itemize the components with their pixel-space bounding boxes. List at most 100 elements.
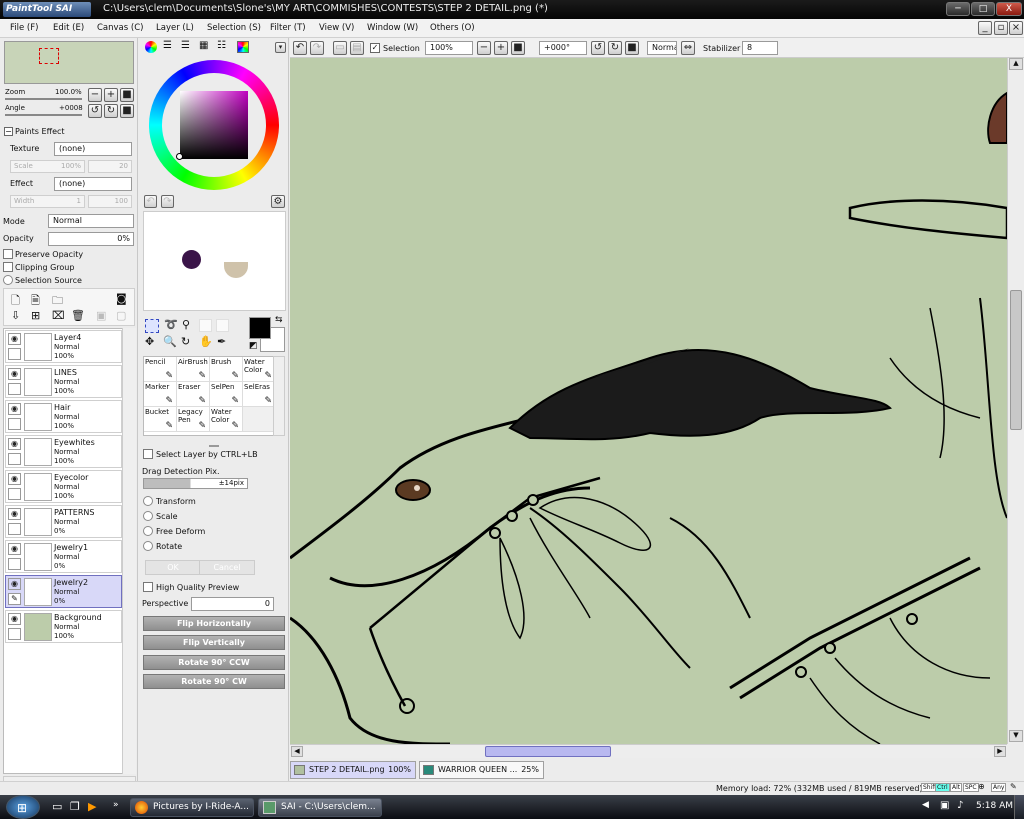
show-desktop-icon[interactable]: ▭ bbox=[52, 800, 62, 813]
perspective-input[interactable]: 0 bbox=[191, 597, 274, 611]
rotate-reset-button[interactable]: ■ bbox=[120, 104, 134, 118]
doc-restore-button[interactable]: ▫ bbox=[994, 21, 1008, 35]
navigator-viewport[interactable] bbox=[39, 48, 59, 64]
network-icon[interactable]: ▣ bbox=[940, 800, 949, 811]
scratchpad-tab-icon[interactable]: ☷ bbox=[217, 40, 226, 51]
layer-lock-checkbox[interactable] bbox=[8, 348, 21, 360]
toolbar-rotate-reset-button[interactable]: ■ bbox=[625, 41, 639, 55]
layer-row[interactable]: ◉ PATTERNS Normal 0% bbox=[5, 505, 122, 538]
rotate-cw-button[interactable]: Rotate 90° CW bbox=[143, 674, 285, 689]
minimize-button[interactable]: ─ bbox=[946, 2, 970, 16]
panel-splitter[interactable] bbox=[209, 445, 219, 447]
invert-selection-icon[interactable]: ▤ bbox=[350, 41, 364, 55]
show-desktop-button[interactable] bbox=[1014, 795, 1024, 819]
flip-horizontal-button[interactable]: Flip Horizontally bbox=[143, 616, 285, 631]
eye-icon[interactable]: ◉ bbox=[8, 578, 21, 590]
drag-detection-slider[interactable]: ±14pix bbox=[143, 478, 248, 489]
tool-brush-slot[interactable]: Water Color ✎ bbox=[210, 407, 243, 432]
scroll-down-icon[interactable]: ▼ bbox=[1009, 730, 1023, 742]
taskbar-firefox[interactable]: Pictures by I-Ride-A... bbox=[130, 798, 254, 817]
layer-lock-checkbox[interactable] bbox=[8, 628, 21, 640]
tool-grid-scrollbar[interactable] bbox=[273, 356, 285, 436]
eye-icon[interactable]: ◉ bbox=[8, 438, 21, 450]
angle-dropdown[interactable]: +000° bbox=[539, 41, 587, 55]
hq-preview-checkbox[interactable] bbox=[143, 582, 153, 592]
menu-others[interactable]: Others (O) bbox=[430, 23, 475, 33]
eye-icon[interactable]: ◉ bbox=[8, 403, 21, 415]
navigator-preview[interactable] bbox=[4, 41, 134, 84]
toolbar-zoom-out-button[interactable]: − bbox=[477, 41, 491, 55]
zoom-slider[interactable] bbox=[5, 98, 82, 100]
menu-layer[interactable]: Layer (L) bbox=[156, 23, 194, 33]
layer-row[interactable]: ◉ Eyewhites Normal 100% bbox=[5, 435, 122, 468]
undo-scratch-icon[interactable]: ↶ bbox=[144, 195, 157, 208]
eye-icon[interactable]: ◉ bbox=[8, 333, 21, 345]
menu-canvas[interactable]: Canvas (C) bbox=[97, 23, 143, 33]
free-deform-radio[interactable] bbox=[143, 526, 153, 536]
zoom-in-button[interactable]: + bbox=[104, 88, 118, 102]
toolbar-rotate-right-button[interactable]: ↻ bbox=[608, 41, 622, 55]
taskbar-sai[interactable]: SAI - C:\Users\clem... bbox=[258, 798, 382, 817]
pencil-icon[interactable]: ✎ bbox=[8, 593, 21, 605]
scale-radio[interactable] bbox=[143, 511, 153, 521]
tool-brush-slot[interactable]: SelEras ✎ bbox=[243, 382, 276, 407]
layer-lock-checkbox[interactable] bbox=[8, 383, 21, 395]
menu-filter[interactable]: Filter (T) bbox=[270, 23, 306, 33]
maximize-button[interactable]: □ bbox=[971, 2, 995, 16]
menu-window[interactable]: Window (W) bbox=[367, 23, 418, 33]
rotate-ccw-button[interactable]: Rotate 90° CCW bbox=[143, 655, 285, 670]
reset-colors-icon[interactable]: ◩ bbox=[249, 341, 258, 351]
layer-lock-checkbox[interactable] bbox=[8, 418, 21, 430]
panel-menu-button[interactable]: ▾ bbox=[275, 42, 286, 53]
layer-row[interactable]: ◉ Background Normal 100% bbox=[5, 610, 122, 643]
layer-row[interactable]: ◉ ✎ Jewelry2 Normal 0% bbox=[5, 575, 122, 608]
tool-brush-slot[interactable]: Eraser ✎ bbox=[177, 382, 210, 407]
menu-file[interactable]: File (F) bbox=[10, 23, 38, 33]
scroll-right-icon[interactable]: ▶ bbox=[994, 746, 1006, 757]
layer-row[interactable]: ◉ Jewelry1 Normal 0% bbox=[5, 540, 122, 573]
flip-view-icon[interactable]: ⇔ bbox=[681, 41, 695, 55]
empty-tool-slot[interactable] bbox=[243, 407, 276, 432]
transfer-down-icon[interactable]: ⇩ bbox=[11, 309, 20, 322]
eyedropper-tool-icon[interactable]: ✒ bbox=[217, 335, 226, 348]
rotate-tool-icon[interactable]: ↻ bbox=[181, 335, 190, 348]
hand-tool-icon[interactable]: ✋ bbox=[199, 335, 213, 348]
swap-colors-icon[interactable]: ⇆ bbox=[275, 315, 283, 325]
tray-expand-icon[interactable]: ◀ bbox=[922, 800, 929, 810]
vertical-scrollbar[interactable]: ▲ ▼ bbox=[1007, 58, 1024, 744]
rotate-radio[interactable] bbox=[143, 541, 153, 551]
tool-brush-slot[interactable]: Bucket ✎ bbox=[144, 407, 177, 432]
deselect-icon[interactable]: ▭ bbox=[333, 41, 347, 55]
hsv-slider-tab-icon[interactable]: ☰ bbox=[181, 40, 190, 51]
move-tool-icon[interactable]: ✥ bbox=[145, 335, 154, 348]
tool-brush-slot[interactable]: Legacy Pen ✎ bbox=[177, 407, 210, 432]
toolbar-zoom-in-button[interactable]: + bbox=[494, 41, 508, 55]
cancel-button[interactable]: Cancel bbox=[199, 560, 255, 575]
eye-icon[interactable]: ◉ bbox=[8, 613, 21, 625]
color-wheel-tab-icon[interactable] bbox=[145, 41, 157, 53]
swatch-dark-purple[interactable] bbox=[182, 250, 201, 269]
clear-layer-icon[interactable]: ⌧ bbox=[52, 309, 65, 322]
zoom-reset-button[interactable]: ■ bbox=[120, 88, 134, 102]
tool-brush-slot[interactable]: Brush ✎ bbox=[210, 357, 243, 382]
redo-scratch-icon[interactable]: ↷ bbox=[161, 195, 174, 208]
canvas[interactable] bbox=[290, 58, 1007, 744]
selection-visible-checkbox[interactable]: ✓ bbox=[370, 43, 380, 53]
effect-select[interactable]: (none) bbox=[54, 177, 132, 191]
layer-lock-checkbox[interactable] bbox=[8, 523, 21, 535]
angle-slider[interactable] bbox=[5, 114, 82, 116]
layer-list-scrollbar[interactable] bbox=[122, 328, 136, 774]
menu-selection[interactable]: Selection (S) bbox=[207, 23, 261, 33]
toolbar-rotate-left-button[interactable]: ↺ bbox=[591, 41, 605, 55]
menu-view[interactable]: View (V) bbox=[319, 23, 354, 33]
opacity-slider[interactable]: 0% bbox=[48, 232, 134, 246]
rotate-left-button[interactable]: ↺ bbox=[88, 104, 102, 118]
layer-mask-icon[interactable]: ◙ bbox=[116, 292, 127, 305]
swatch-tab-icon[interactable]: ▦ bbox=[199, 40, 208, 51]
delete-layer-icon[interactable]: 🗑 bbox=[71, 309, 85, 322]
tool-brush-slot[interactable]: Water Color ✎ bbox=[243, 357, 276, 382]
vertical-scroll-thumb[interactable] bbox=[1010, 290, 1022, 430]
switch-windows-icon[interactable]: ❐ bbox=[70, 800, 80, 813]
flip-vertical-button[interactable]: Flip Vertically bbox=[143, 635, 285, 650]
media-player-icon[interactable]: ▶ bbox=[88, 800, 96, 813]
